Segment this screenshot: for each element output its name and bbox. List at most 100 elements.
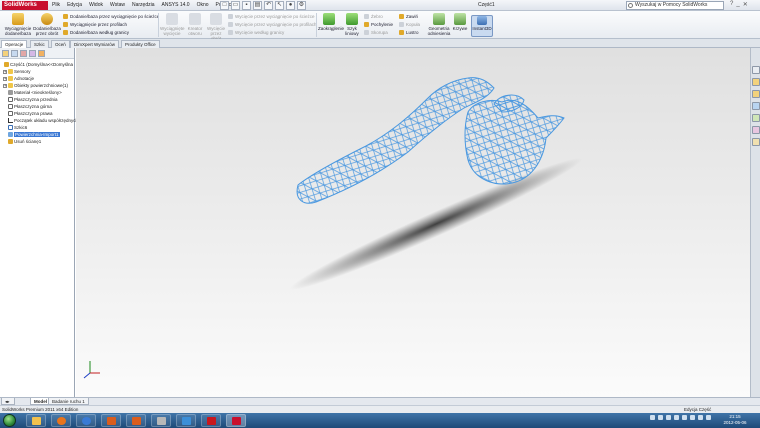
select-icon[interactable]: ↖ [275, 1, 284, 10]
taskbar-solidworks[interactable] [226, 414, 246, 427]
rib-button[interactable]: Żebro [364, 14, 383, 20]
menu-tools[interactable]: Narzędzia [132, 2, 155, 8]
solidworks-resources-icon[interactable] [752, 66, 760, 74]
tray-icon[interactable] [698, 415, 703, 420]
tree-item-annotations[interactable]: + Adnotacje [2, 75, 74, 82]
dome-button[interactable]: Kopuła [399, 22, 420, 28]
boundary-cut-button[interactable]: Wycięcie według granicy [228, 30, 284, 36]
options-icon[interactable]: ⚙ [297, 1, 306, 10]
shell-button[interactable]: Skorupa [364, 30, 388, 36]
print-icon[interactable]: ▤ [253, 1, 262, 10]
linear-pattern-button[interactable]: Szyk liniowy [342, 13, 362, 36]
view-palette-icon[interactable] [752, 114, 760, 122]
search-icon[interactable] [752, 102, 760, 110]
taskbar-app-blue[interactable] [176, 414, 196, 427]
tree-root-part[interactable]: Część1 (Domyślna<<Domyślna [2, 61, 74, 68]
curves-button[interactable]: Krzywe [452, 13, 468, 31]
menu-edit[interactable]: Edycja [67, 2, 82, 8]
tab-features[interactable]: Operacje [1, 40, 28, 48]
taskbar-matlab-1[interactable] [101, 414, 121, 427]
reference-geometry-button[interactable]: Geometria odniesienia [426, 13, 452, 36]
linear-pattern-icon [346, 13, 358, 25]
boundary-boss-button[interactable]: Dodanie/baza według granicy [63, 30, 129, 36]
taskbar-maple[interactable] [151, 414, 171, 427]
tree-item-surface-import1[interactable]: Powierzchnia-Import1 [2, 131, 74, 138]
file-explorer-icon[interactable] [752, 90, 760, 98]
display-manager-icon[interactable] [38, 50, 45, 57]
tab-motion-study[interactable]: Badanie ruchu 1 [48, 398, 89, 405]
minimize-icon[interactable]: _ [736, 1, 739, 8]
menu-file[interactable]: Plik [52, 2, 60, 8]
property-manager-icon[interactable] [11, 50, 18, 57]
help-search-placeholder: Wyszukaj w Pomocy SolidWorks [635, 2, 708, 8]
tab-dimxpert[interactable]: DimXpert Wymiarów [70, 40, 119, 48]
taskbar-clock[interactable]: 21:15 2012-05-06 [718, 414, 752, 426]
taskbar-firefox[interactable] [51, 414, 71, 427]
tree-item-surface-bodies[interactable]: + Obiekty powierzchniowe(1) [2, 82, 74, 89]
custom-properties-icon[interactable] [752, 138, 760, 146]
help-icon[interactable]: ? [730, 1, 733, 8]
instant3d-button[interactable]: Instant3D [471, 15, 493, 37]
tree-item-label: Płaszczyzna górna [14, 104, 52, 109]
graphics-area[interactable] [76, 48, 750, 397]
appearances-icon[interactable] [752, 126, 760, 134]
loft-cut-button[interactable]: Wycięcie przez wyciągnięcie po profilach [228, 22, 317, 28]
mirror-button[interactable]: Lustro [399, 30, 419, 36]
tree-item-origin[interactable]: Początek układu współrzędnych [2, 117, 78, 124]
tab-office-products[interactable]: Produkty Office [121, 40, 160, 48]
expand-icon[interactable]: + [3, 77, 7, 81]
tree-item-delete-face1[interactable]: Usuń ścianę1 [2, 138, 74, 145]
menu-ansys[interactable]: ANSYS 14.0 [162, 2, 190, 8]
loft-boss-button[interactable]: Wyciągnięcie przez profilach [63, 22, 127, 28]
command-manager-tabs: Operacje Szkic Oceń DimXpert Wymiarów Pr… [0, 39, 760, 48]
tray-icon[interactable] [706, 415, 711, 420]
sweep-boss-button[interactable]: Dodanie/baza przez wyciągnięcie po ścież… [63, 14, 159, 20]
dimxpert-manager-icon[interactable] [29, 50, 36, 57]
new-file-icon[interactable]: □ [220, 1, 229, 10]
menu-view[interactable]: Widok [89, 2, 103, 8]
taskbar-explorer[interactable] [26, 414, 46, 427]
start-button[interactable] [3, 414, 16, 427]
tray-icon[interactable] [682, 415, 687, 420]
revolve-cut-button[interactable]: Wycięcie przez obrót [206, 13, 226, 41]
tree-item-sensors[interactable]: + Sensory [2, 68, 74, 75]
solidworks-logo[interactable]: SolidWorks [2, 1, 48, 10]
fillet-button[interactable]: Zaokrąglenie [318, 13, 344, 31]
undo-icon[interactable]: ↶ [264, 1, 273, 10]
tree-item-top-plane[interactable]: Płaszczyzna górna [2, 103, 74, 110]
expand-icon[interactable]: + [3, 70, 7, 74]
help-search-input[interactable]: Wyszukaj w Pomocy SolidWorks [626, 1, 724, 10]
expand-icon[interactable]: + [3, 84, 7, 88]
tray-icon[interactable] [674, 415, 679, 420]
hole-wizard-button[interactable]: Kreator otworu [185, 13, 205, 36]
open-file-icon[interactable]: ▭ [231, 1, 240, 10]
save-icon[interactable]: ▪ [242, 1, 251, 10]
close-icon[interactable]: ✕ [743, 1, 748, 8]
revolve-boss-button[interactable]: Dodanie/baza przez obrót [33, 13, 61, 36]
menu-window[interactable]: Okno [197, 2, 209, 8]
sweep-cut-button[interactable]: Wycięcie przez wyciągnięcie po ścieżce [228, 14, 315, 20]
taskbar-media-player[interactable] [76, 414, 96, 427]
draft-button[interactable]: Pochylenie [364, 22, 393, 28]
configuration-manager-icon[interactable] [20, 50, 27, 57]
tray-icon[interactable] [658, 415, 663, 420]
tab-nav-prev[interactable]: ◂▸ [1, 398, 15, 405]
tab-evaluate[interactable]: Oceń [51, 40, 70, 48]
tree-item-right-plane[interactable]: Płaszczyzna prawa [2, 110, 74, 117]
extrude-cut-button[interactable]: Wyciągnięte wycięcie [160, 13, 184, 36]
tray-icon[interactable] [650, 415, 655, 420]
tab-sketch[interactable]: Szkic [30, 40, 49, 48]
wrap-button[interactable]: Zawiń [399, 14, 418, 20]
tree-item-material[interactable]: Materiał <nieokreślony> [2, 89, 74, 96]
rebuild-icon[interactable]: ● [286, 1, 295, 10]
tray-icon[interactable] [690, 415, 695, 420]
menu-insert[interactable]: Wstaw [110, 2, 125, 8]
taskbar-matlab-2[interactable] [126, 414, 146, 427]
tray-icon[interactable] [666, 415, 671, 420]
taskbar-acrobat[interactable] [201, 414, 221, 427]
design-library-icon[interactable] [752, 78, 760, 86]
tree-item-sketch6[interactable]: Szkic6 [2, 124, 74, 131]
feature-tree-icon[interactable] [2, 50, 9, 57]
extrude-boss-button[interactable]: Wyciągnięcie dodane/baza [3, 13, 33, 36]
tree-item-front-plane[interactable]: Płaszczyzna przednia [2, 96, 74, 103]
